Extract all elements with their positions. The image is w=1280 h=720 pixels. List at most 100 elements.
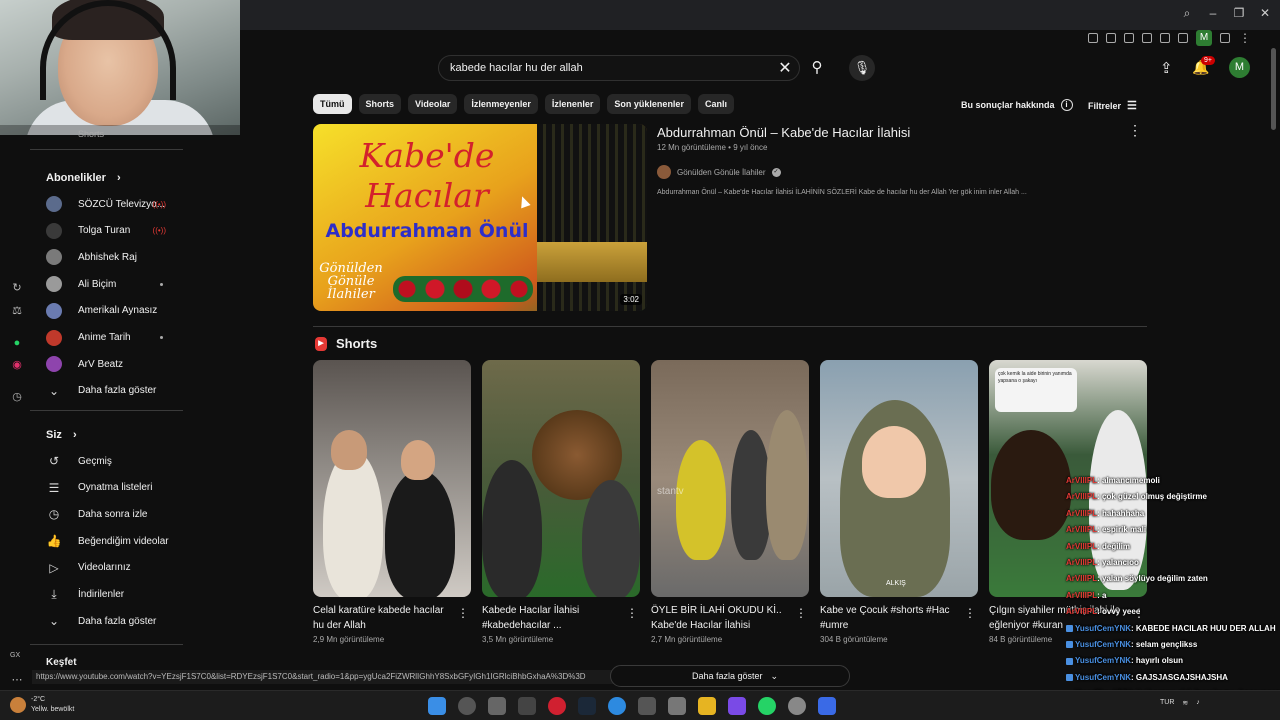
- app-icon[interactable]: [668, 697, 686, 715]
- divider: [30, 149, 183, 150]
- you-heading[interactable]: Siz ›: [46, 429, 77, 441]
- restore-icon[interactable]: ❐: [1232, 6, 1246, 20]
- search-icon[interactable]: ⌕: [1180, 6, 1194, 20]
- scrollbar[interactable]: [1271, 48, 1276, 130]
- playlist-icon: ☰: [48, 480, 60, 495]
- chip[interactable]: Tümü: [313, 94, 352, 114]
- subscription-item[interactable]: ArV Beatz: [46, 353, 196, 375]
- menu-icon[interactable]: ⋮: [1238, 31, 1252, 45]
- subscription-item[interactable]: SÖZCÜ Televizyo... ((•)): [46, 193, 196, 215]
- chip[interactable]: İzlenenler: [544, 94, 601, 114]
- short-thumbnail-1[interactable]: [313, 360, 471, 597]
- subscription-item[interactable]: Abhishek Raj: [46, 246, 196, 268]
- you-item[interactable]: 👍 Beğendiğim videolar: [46, 530, 196, 552]
- wifi-icon[interactable]: ≋: [1182, 699, 1188, 707]
- chat-text: : değilim: [1097, 541, 1131, 551]
- language-indicator[interactable]: TUR: [1160, 699, 1174, 707]
- subscription-label: Tolga Turan: [78, 225, 131, 237]
- subscriptions-heading[interactable]: Abonelikler ›: [46, 172, 121, 184]
- short-menu-icon[interactable]: ⋮: [626, 606, 638, 620]
- chevron-down-icon: ⌄: [770, 670, 779, 681]
- screenshot-icon[interactable]: [1106, 33, 1116, 43]
- profile-extension-icon[interactable]: M: [1196, 30, 1212, 46]
- chat-message: YusufCemYNK: selam gençlikss: [1066, 640, 1197, 649]
- short-title[interactable]: ÖYLE BİR İLAHİ OKUDU Kİ.. Kabe'de Hacıla…: [651, 603, 791, 633]
- subscription-item[interactable]: Anime Tarih: [46, 327, 196, 349]
- heart-icon[interactable]: [1178, 33, 1188, 43]
- short-title[interactable]: Kabede Hacılar İlahisi #kabedehacılar ..…: [482, 603, 622, 633]
- you-item[interactable]: ☰ Oynatma listeleri: [46, 477, 196, 499]
- sidebar-shorts-partial[interactable]: Shorts: [78, 129, 104, 139]
- you-item[interactable]: ↺ Geçmiş: [46, 450, 196, 472]
- close-icon[interactable]: ✕: [1258, 6, 1272, 20]
- you-item[interactable]: ▷ Videolarınız: [46, 557, 196, 579]
- task-view-icon[interactable]: [488, 697, 506, 715]
- video-menu-icon[interactable]: ⋮: [1128, 122, 1142, 139]
- play-icon[interactable]: [1160, 33, 1170, 43]
- chrome-icon[interactable]: [788, 697, 806, 715]
- short-thumbnail-4[interactable]: ALKIŞ: [820, 360, 978, 597]
- chip[interactable]: Son yüklenenler: [607, 94, 691, 114]
- explore-heading[interactable]: Keşfet: [46, 657, 77, 668]
- short-thumbnail-3[interactable]: stantv: [651, 360, 809, 597]
- chat-username: ArVIIIPL: [1066, 590, 1098, 600]
- avatar: [46, 276, 62, 293]
- chip[interactable]: Videolar: [408, 94, 458, 114]
- upload-icon[interactable]: ⇪: [1160, 59, 1173, 77]
- edge-icon[interactable]: [608, 697, 626, 715]
- you-item[interactable]: ⤓ İndirilenler: [46, 584, 196, 606]
- app-icon[interactable]: [818, 697, 836, 715]
- weather-widget[interactable]: -2°C Yellw. bewölkt: [10, 695, 74, 715]
- taskbar: -2°C Yellw. bewölkt TUR ≋ ♪: [0, 690, 1280, 720]
- short-title[interactable]: Kabe ve Çocuk #shorts #Hac #umre: [820, 603, 960, 633]
- whatsapp-icon[interactable]: [758, 697, 776, 715]
- subscription-item[interactable]: Tolga Turan ((•)): [46, 220, 196, 242]
- volume-icon[interactable]: ♪: [1196, 699, 1200, 707]
- minimize-icon[interactable]: –: [1206, 6, 1220, 20]
- show-more-button[interactable]: Daha fazla göster ⌄: [610, 665, 850, 687]
- short-views: 2,9 Mn görüntüleme: [313, 635, 385, 644]
- chip[interactable]: Shorts: [358, 94, 402, 114]
- show-more-subscriptions[interactable]: ⌄ Daha fazla göster: [46, 380, 196, 402]
- avatar[interactable]: M: [1229, 57, 1250, 78]
- start-icon[interactable]: [428, 697, 446, 715]
- file-explorer-icon[interactable]: [698, 697, 716, 715]
- short-watermark: stantv: [657, 486, 684, 497]
- channel-link[interactable]: Gönülden Gönüle İlahiler ✓: [657, 165, 781, 179]
- you-item[interactable]: ◷ Daha sonra izle: [46, 503, 196, 525]
- app-icon[interactable]: [728, 697, 746, 715]
- short-menu-icon[interactable]: ⋮: [457, 606, 469, 620]
- store-icon[interactable]: [638, 697, 656, 715]
- short-thumbnail-2[interactable]: [482, 360, 640, 597]
- clear-search-icon[interactable]: ✕: [776, 58, 794, 78]
- search-button[interactable]: ⚲: [804, 55, 830, 81]
- voice-search-button[interactable]: 🎙: [849, 55, 875, 81]
- you-item-label: Oynatma listeleri: [78, 482, 153, 494]
- short-title[interactable]: Celal karatüre kabede hacılar hu der All…: [313, 603, 453, 633]
- short-menu-icon[interactable]: ⋮: [795, 606, 807, 620]
- translate-icon[interactable]: [1142, 33, 1152, 43]
- opera-gx-icon[interactable]: [548, 697, 566, 715]
- video-title[interactable]: Abdurrahman Önül – Kabe'de Hacılar İlahi…: [657, 125, 910, 140]
- search-icon[interactable]: [458, 697, 476, 715]
- channel-avatar[interactable]: [657, 165, 671, 179]
- widgets-icon[interactable]: [518, 697, 536, 715]
- download-icon[interactable]: [1220, 33, 1230, 43]
- subscription-item[interactable]: Amerikalı Aynasız: [46, 300, 196, 322]
- video-thumbnail[interactable]: Kabe'de Hacılar Abdurrahman Önül Gönülde…: [313, 124, 647, 311]
- download-icon: ⤓: [51, 587, 57, 601]
- about-results-link[interactable]: Bu sonuçlar hakkında i: [961, 99, 1073, 111]
- chip[interactable]: İzlenmeyenler: [464, 94, 538, 114]
- chat-badge-icon: [1066, 624, 1073, 632]
- chip[interactable]: Canlı: [697, 94, 734, 114]
- divider: [313, 326, 1147, 327]
- shield-icon[interactable]: [1124, 33, 1134, 43]
- you-item[interactable]: ⌄ Daha fazla göster: [46, 610, 196, 632]
- filters-button[interactable]: Filtreler ☰: [1088, 99, 1137, 112]
- steam-icon[interactable]: [578, 697, 596, 715]
- pin-icon[interactable]: [1088, 33, 1098, 43]
- search-input[interactable]: kabede hacılar hu der allah: [438, 55, 800, 81]
- taskbar-apps: [428, 697, 836, 715]
- short-menu-icon[interactable]: ⋮: [964, 606, 976, 620]
- subscription-item[interactable]: Ali Biçim: [46, 273, 196, 295]
